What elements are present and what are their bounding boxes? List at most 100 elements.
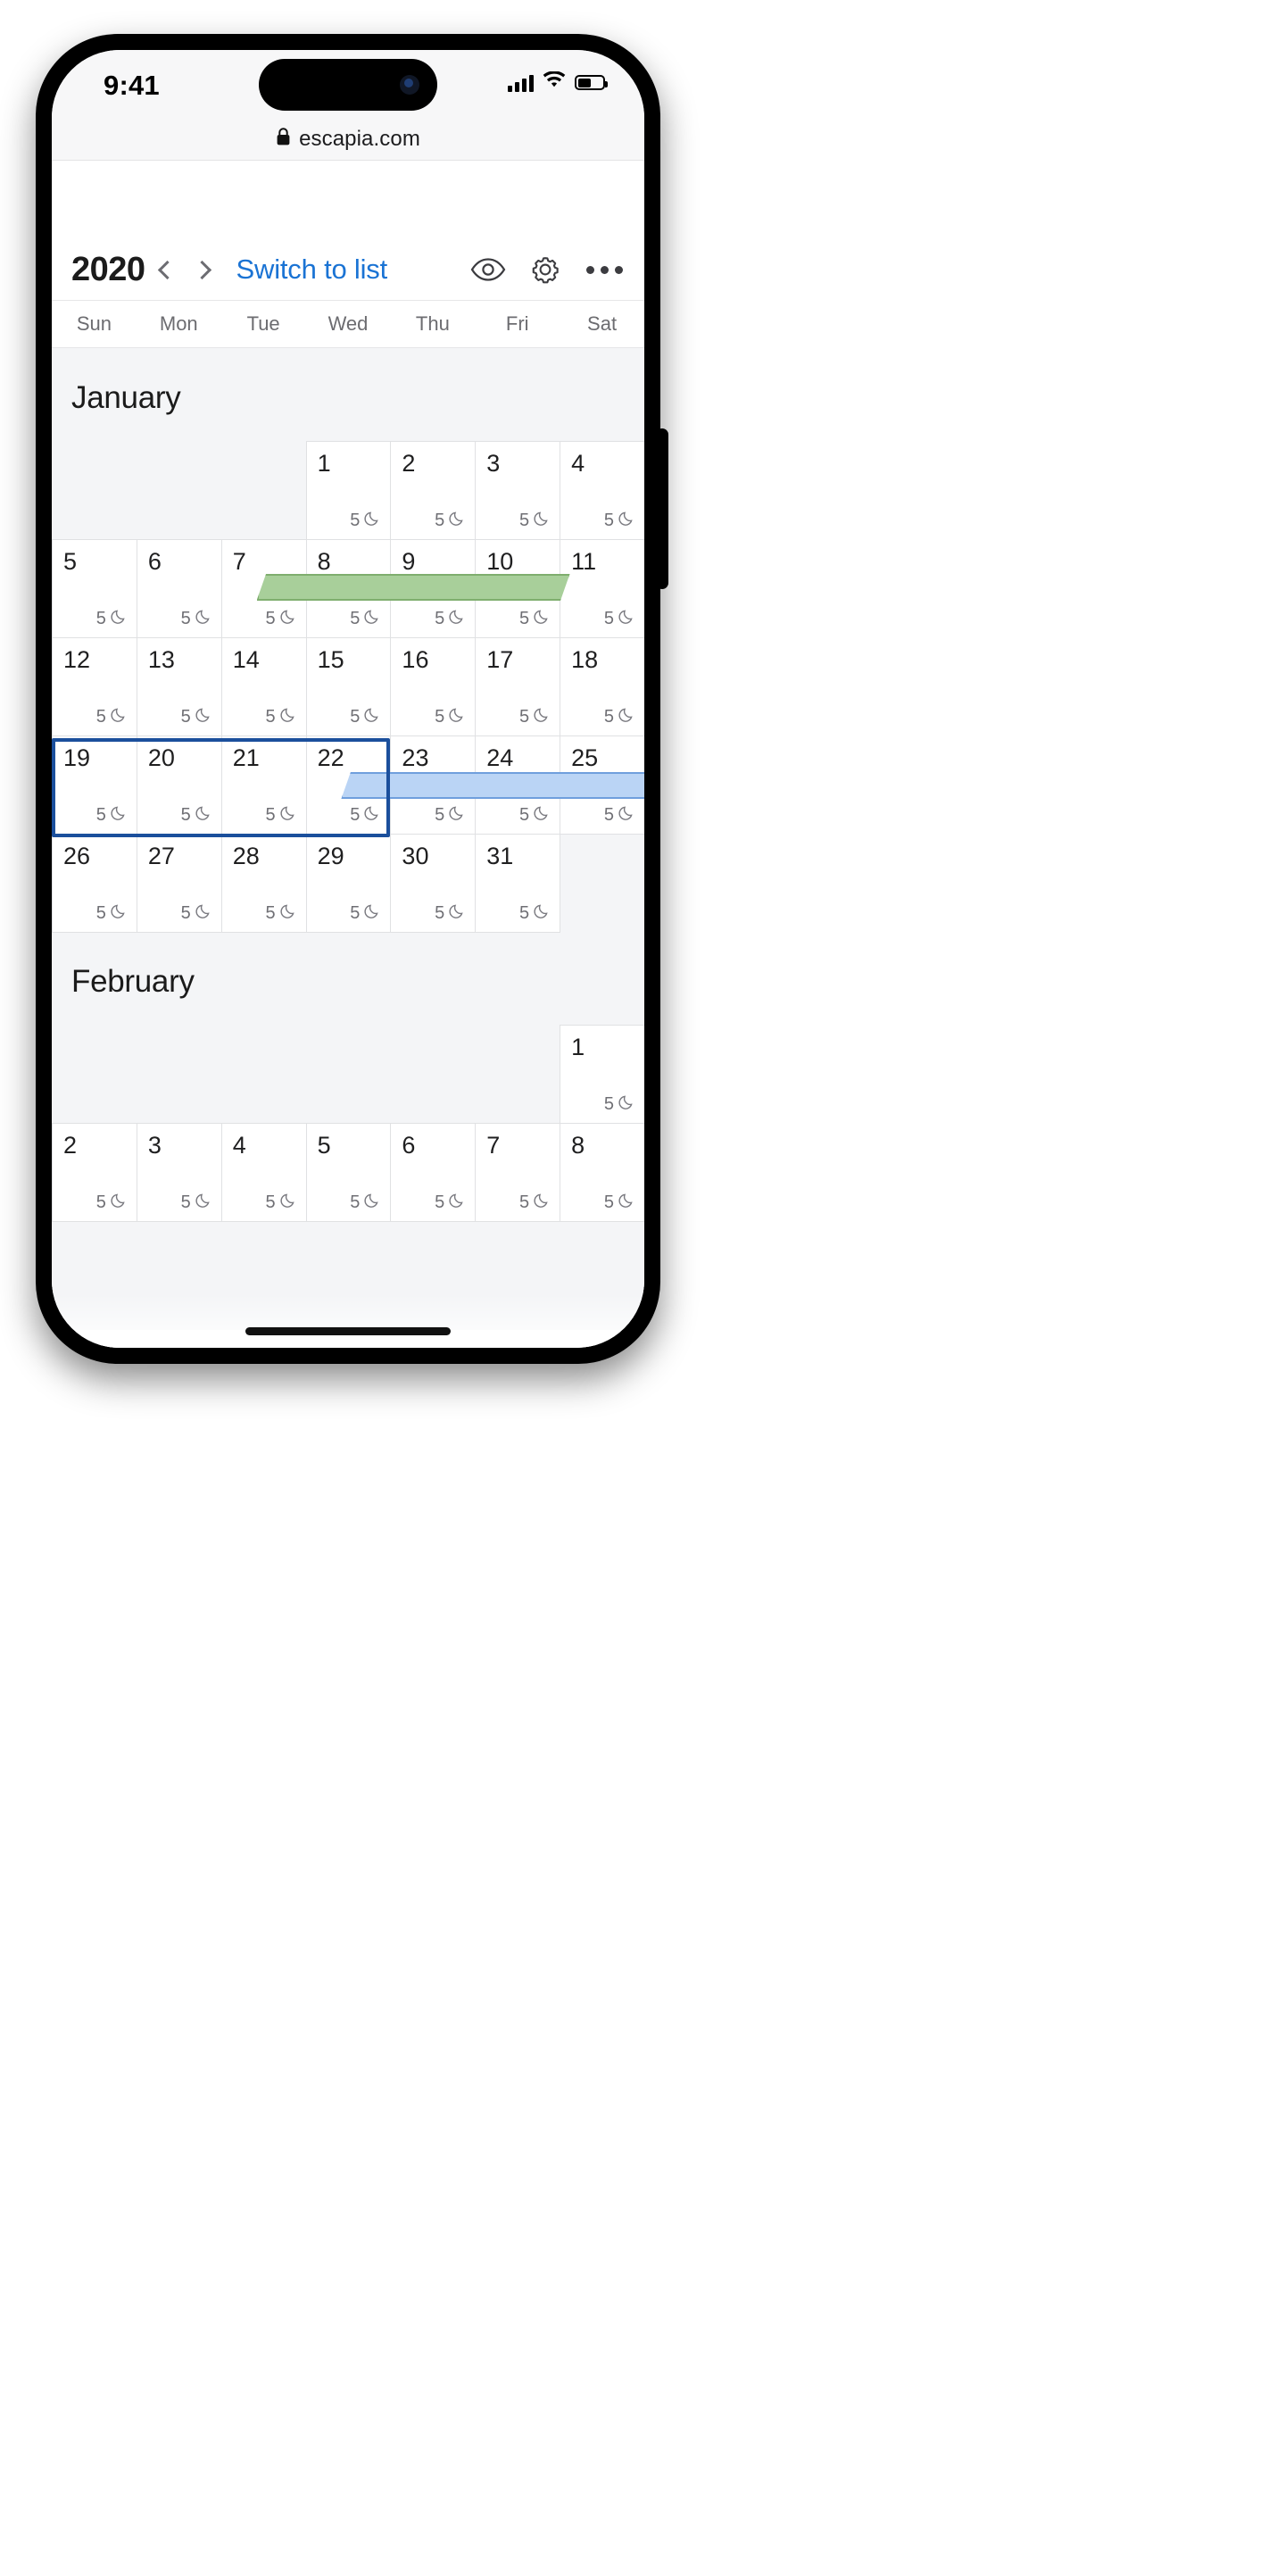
- day-cell[interactable]: 11 5: [560, 539, 644, 638]
- day-cell[interactable]: 15: [305, 441, 392, 540]
- nights-indicator: 5: [435, 1192, 466, 1214]
- day-cell[interactable]: 24 5: [475, 735, 561, 835]
- day-cell[interactable]: 21 5: [220, 735, 307, 835]
- day-cell[interactable]: 17 5: [475, 637, 561, 736]
- day-cell[interactable]: 75: [220, 539, 307, 638]
- day-cell[interactable]: 35: [136, 1123, 222, 1222]
- moon-icon: [618, 1192, 635, 1214]
- moon-icon: [195, 902, 212, 925]
- nights-indicator: 5: [519, 902, 551, 925]
- moon-icon: [195, 608, 212, 630]
- moon-icon: [449, 1192, 466, 1214]
- nights-indicator: 5: [265, 706, 296, 728]
- nights-count: 5: [265, 903, 276, 923]
- month-title-january: January: [71, 380, 181, 415]
- day-cell[interactable]: 12 5: [52, 637, 137, 736]
- day-cell[interactable]: 27 5: [136, 834, 222, 933]
- empty-cell: [221, 441, 307, 540]
- switch-to-list-link[interactable]: Switch to list: [236, 253, 388, 286]
- day-cell[interactable]: 19 5: [52, 735, 137, 835]
- weekday-tue: Tue: [246, 312, 280, 335]
- day-cell[interactable]: 20 5: [136, 735, 222, 835]
- moon-icon: [364, 608, 381, 630]
- day-cell[interactable]: 10 5: [475, 539, 561, 638]
- day-cell[interactable]: 55: [52, 539, 137, 638]
- nights-count: 5: [95, 707, 106, 727]
- day-number: 5: [63, 548, 78, 575]
- gear-icon[interactable]: [529, 253, 561, 286]
- moon-icon: [111, 1192, 128, 1214]
- day-cell[interactable]: 31 5: [475, 834, 561, 933]
- calendar-toolbar: 2020 Switch to list: [52, 239, 644, 300]
- nights-count: 5: [180, 805, 191, 825]
- day-number: 12: [63, 646, 91, 673]
- day-cell[interactable]: 16 5: [390, 637, 477, 736]
- nights-count: 5: [180, 903, 191, 923]
- month-title-february: February: [71, 964, 195, 999]
- nights-count: 5: [180, 609, 191, 628]
- day-number: 19: [63, 744, 91, 771]
- day-number: 31: [486, 843, 514, 869]
- day-cell[interactable]: 25: [52, 1123, 137, 1222]
- day-cell[interactable]: 65: [136, 539, 222, 638]
- browser-url-bar[interactable]: escapia.com: [52, 118, 644, 161]
- day-number: 7: [232, 548, 246, 575]
- weekday-sat: Sat: [587, 312, 618, 335]
- month-scroll-area[interactable]: January 1 5 2 5 3 5 4 5 5 5 6 5 7 5 8 5 9 5 10 5 11 5 12 5 13 5 14 5…: [52, 348, 644, 1330]
- day-cell[interactable]: 45: [560, 441, 644, 540]
- year-label: 2020: [71, 250, 145, 288]
- next-year-button[interactable]: [185, 250, 224, 289]
- day-cell[interactable]: 22 5: [305, 735, 392, 835]
- day-cell[interactable]: 25: [390, 441, 477, 540]
- day-cell[interactable]: 25 5: [560, 735, 644, 835]
- day-cell[interactable]: 26 5: [52, 834, 137, 933]
- nights-indicator: 5: [350, 1192, 381, 1214]
- moon-icon: [364, 804, 381, 827]
- moon-icon: [111, 804, 128, 827]
- day-cell[interactable]: 14 5: [220, 637, 307, 736]
- day-cell[interactable]: 85: [560, 1123, 644, 1222]
- day-cell[interactable]: 95: [390, 539, 477, 638]
- nights-count: 5: [350, 1192, 361, 1212]
- day-cell[interactable]: 35: [475, 441, 561, 540]
- day-cell[interactable]: 23 5: [390, 735, 477, 835]
- day-number: 4: [232, 1132, 246, 1159]
- status-bar-icons: [508, 71, 608, 94]
- moon-icon: [618, 706, 635, 728]
- day-cell[interactable]: 45: [220, 1123, 307, 1222]
- day-cell[interactable]: 13 5: [136, 637, 222, 736]
- nights-count: 5: [350, 805, 361, 825]
- more-horizontal-icon[interactable]: [585, 261, 625, 279]
- day-cell[interactable]: 15: [560, 1025, 644, 1124]
- eye-icon[interactable]: [470, 257, 506, 282]
- day-number: 29: [317, 843, 344, 869]
- day-cell[interactable]: 55: [305, 1123, 392, 1222]
- prev-year-button[interactable]: [145, 250, 185, 289]
- home-indicator: [245, 1327, 451, 1335]
- day-number: 10: [486, 548, 514, 575]
- day-cell[interactable]: 30 5: [390, 834, 477, 933]
- nights-indicator: 5: [604, 804, 635, 827]
- moon-icon: [534, 1192, 551, 1214]
- nights-count: 5: [435, 511, 445, 530]
- day-cell[interactable]: 18 5: [560, 637, 644, 736]
- day-cell[interactable]: 85: [305, 539, 392, 638]
- day-cell[interactable]: 15 5: [305, 637, 392, 736]
- nights-count: 5: [519, 805, 530, 825]
- moon-icon: [195, 706, 212, 728]
- nights-count: 5: [95, 609, 106, 628]
- nights-indicator: 5: [96, 706, 128, 728]
- nights-indicator: 5: [350, 706, 381, 728]
- weekday-wed: Wed: [328, 312, 369, 335]
- wifi-icon: [543, 71, 566, 94]
- day-number: 8: [571, 1132, 585, 1159]
- day-cell[interactable]: 75: [475, 1123, 561, 1222]
- nights-count: 5: [350, 707, 361, 727]
- day-cell[interactable]: 29 5: [305, 834, 392, 933]
- day-cell[interactable]: 65: [390, 1123, 477, 1222]
- day-cell[interactable]: 28 5: [220, 834, 307, 933]
- nights-indicator: 5: [435, 706, 466, 728]
- moon-icon: [534, 902, 551, 925]
- empty-cell: [221, 1025, 307, 1124]
- page-top-spacer: [52, 161, 644, 239]
